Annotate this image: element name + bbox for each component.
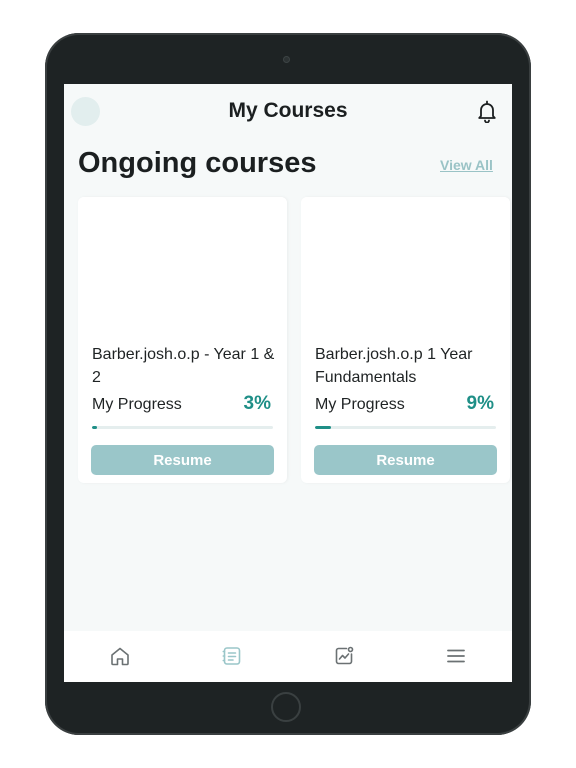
bell-icon[interactable]	[475, 99, 499, 124]
view-all-link[interactable]: View All	[440, 157, 493, 173]
menu-icon[interactable]	[444, 644, 468, 668]
course-thumbnail	[301, 197, 510, 329]
analytics-icon[interactable]	[332, 644, 356, 668]
course-card[interactable]: Barber.josh.o.p - Year 1 & 2 My Progress…	[78, 197, 287, 483]
progress-bar	[315, 426, 496, 429]
course-title: Barber.josh.o.p 1 Year Fundamentals	[315, 346, 473, 386]
progress-label: My Progress	[92, 396, 182, 413]
course-thumbnail	[78, 197, 287, 329]
progress-bar	[92, 426, 273, 429]
bottom-nav	[64, 631, 512, 682]
course-title: Barber.josh.o.p - Year 1 & 2	[92, 346, 275, 386]
page-title: My Courses	[228, 99, 348, 122]
home-hardware-button[interactable]	[271, 692, 301, 722]
progress-bar-fill	[92, 426, 98, 429]
progress-bar-fill	[315, 426, 332, 429]
progress-percentage: 3%	[243, 393, 271, 414]
progress-label: My Progress	[315, 396, 405, 413]
resume-button[interactable]: Resume	[314, 445, 497, 475]
course-card[interactable]: Barber.josh.o.p 1 Year Fundamentals My P…	[301, 197, 510, 483]
home-icon[interactable]	[108, 644, 132, 668]
top-bar: My Courses	[64, 84, 512, 140]
camera	[283, 56, 290, 63]
courses-icon[interactable]	[220, 644, 244, 668]
progress-percentage: 9%	[466, 393, 494, 414]
app-screen: My Courses Ongoing courses View All Barb…	[64, 84, 512, 682]
resume-button[interactable]: Resume	[91, 445, 274, 475]
section-title: Ongoing courses	[78, 147, 317, 179]
